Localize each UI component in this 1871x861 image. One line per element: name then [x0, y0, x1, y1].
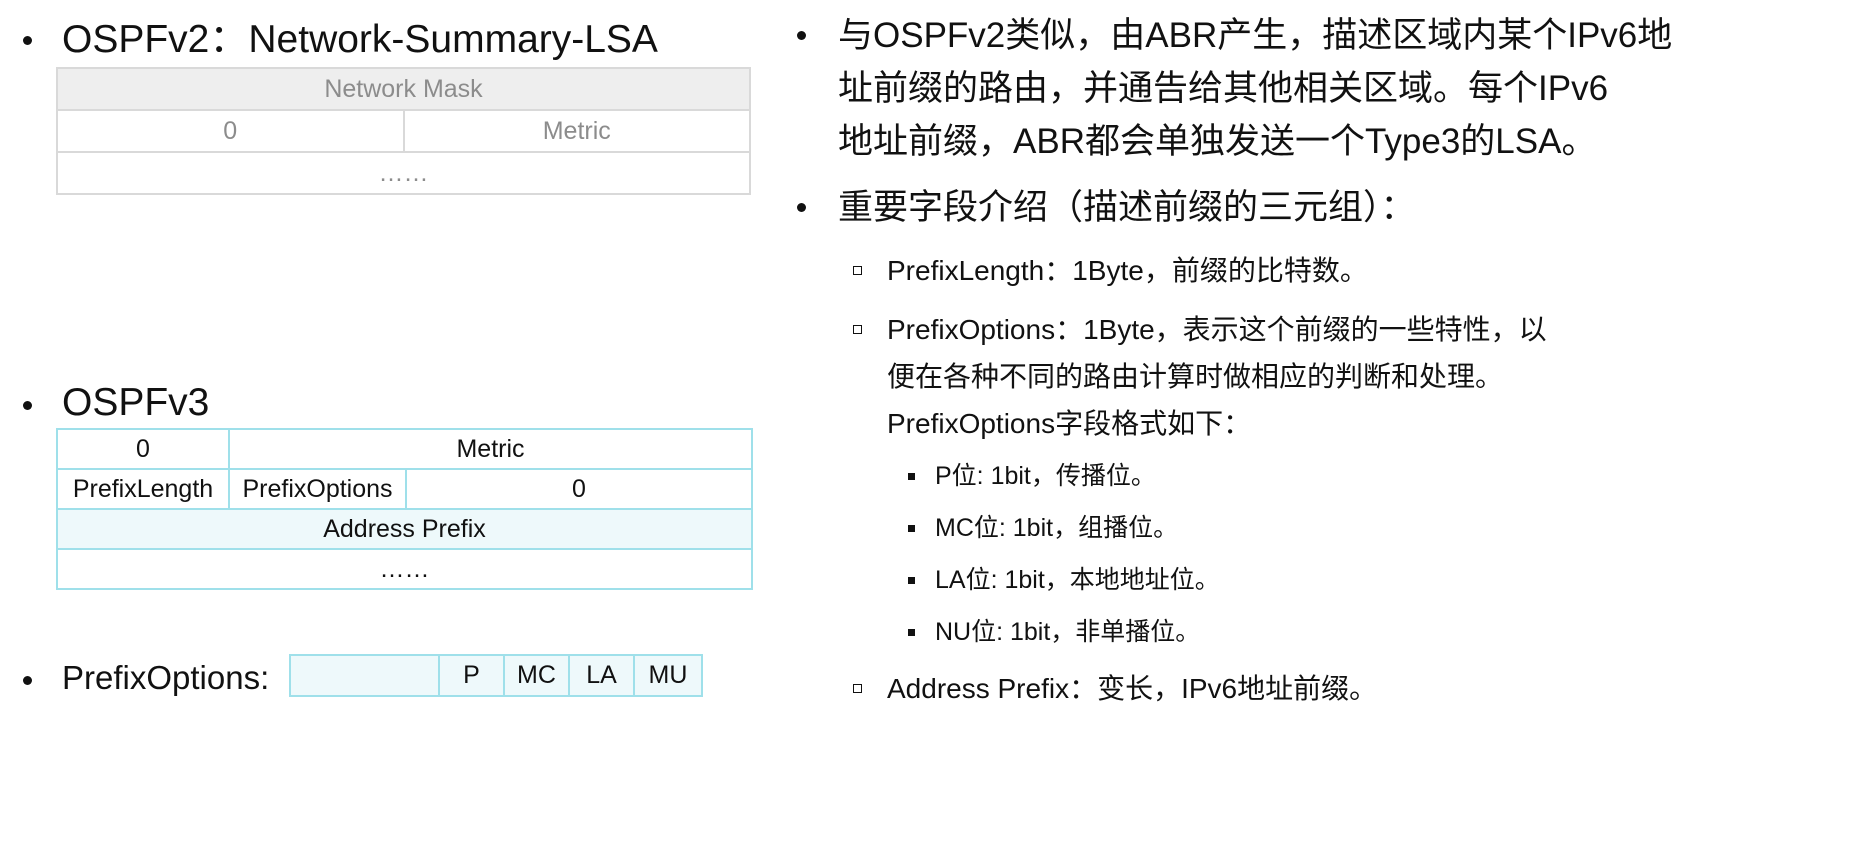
metric-field: Metric: [402, 109, 751, 153]
reserved-bits-cell: [289, 654, 440, 697]
bit-mu-cell: MU: [633, 654, 703, 697]
bullet-dot: [797, 31, 806, 40]
bit-p-desc: P位: 1bit，传播位。: [935, 462, 1156, 490]
bit-la-cell: LA: [568, 654, 635, 697]
network-mask-field: Network Mask: [56, 67, 751, 111]
bullet-dot: [797, 203, 806, 212]
filled-square-bullet: [908, 577, 915, 584]
bit-mc-cell: MC: [503, 654, 570, 697]
filled-square-bullet: [908, 473, 915, 480]
square-bullet: [853, 325, 862, 334]
square-bullet: [853, 266, 862, 275]
bit-la-desc: LA位: 1bit，本地地址位。: [935, 566, 1220, 594]
prefix-options-heading: PrefixOptions:: [62, 659, 270, 696]
ellipsis-row: ……: [56, 548, 753, 590]
bullet-dot: [23, 676, 32, 685]
intro-line-3: 地址前缀，ABR都会单独发送一个Type3的LSA。: [838, 122, 1597, 161]
ospfv2-lsa-table: Network Mask 0 Metric ……: [56, 67, 751, 195]
prefix-length-field: PrefixLength: [56, 468, 230, 510]
bullet-dot: [23, 401, 32, 410]
ospfv3-heading: OSPFv3: [62, 381, 210, 424]
bit-mc-desc: MC位: 1bit，组播位。: [935, 514, 1179, 542]
bit-p-cell: P: [438, 654, 505, 697]
reserved-zero-field-2: 0: [405, 468, 753, 510]
bullet-dot: [23, 36, 32, 45]
reserved-zero-field: 0: [56, 428, 230, 470]
prefix-length-desc: PrefixLength：1Byte，前缀的比特数。: [887, 255, 1368, 286]
ospfv3-lsa-table: 0 Metric PrefixLength PrefixOptions 0 Ad…: [56, 428, 753, 590]
prefix-options-field: PrefixOptions: [228, 468, 407, 510]
fields-heading: 重要字段介绍（描述前缀的三元组）：: [838, 188, 1416, 227]
square-bullet: [853, 684, 862, 693]
metric-field: Metric: [228, 428, 753, 470]
filled-square-bullet: [908, 525, 915, 532]
prefix-options-bit-table: P MC LA MU: [289, 654, 703, 697]
filled-square-bullet: [908, 629, 915, 636]
address-prefix-desc: Address Prefix：变长，IPv6地址前缀。: [887, 673, 1378, 704]
ospfv2-heading: OSPFv2：Network-Summary-LSA: [62, 18, 658, 61]
address-prefix-field: Address Prefix: [56, 508, 753, 550]
prefix-options-desc-line-3: PrefixOptions字段格式如下：: [887, 408, 1252, 439]
ellipsis-row: ……: [56, 151, 751, 195]
bit-nu-desc: NU位: 1bit，非单播位。: [935, 618, 1201, 646]
reserved-zero-field: 0: [56, 109, 405, 153]
